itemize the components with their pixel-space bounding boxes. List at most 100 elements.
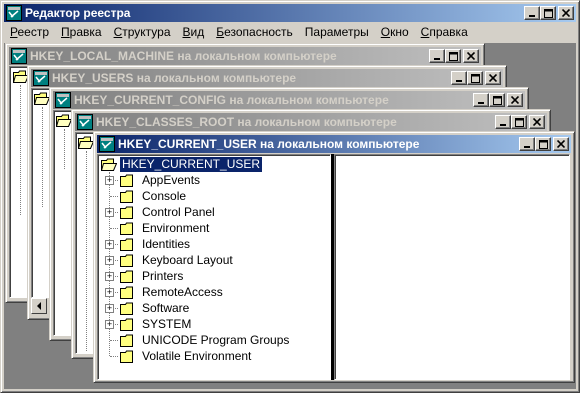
child-title-bar-hkcu[interactable]: HKEY_CURRENT_USER на локальном компьютер… bbox=[97, 135, 571, 153]
folder-icon bbox=[120, 222, 133, 235]
child-window-hkcu[interactable]: HKEY_CURRENT_USER на локальном компьютер… bbox=[93, 131, 575, 383]
expand-plus-icon[interactable]: + bbox=[105, 304, 114, 313]
child-title-hklm: HKEY_LOCAL_MACHINE на локальном компьюте… bbox=[30, 49, 337, 63]
maximize-icon bbox=[543, 8, 553, 18]
tree-root-row[interactable]: HKEY_CURRENT_USER bbox=[116, 155, 264, 173]
menu-item-1[interactable]: Правка bbox=[55, 23, 108, 42]
tree-item[interactable]: UNICODE Program Groups bbox=[136, 332, 291, 348]
close-button[interactable] bbox=[485, 71, 501, 85]
maximize-button[interactable] bbox=[511, 115, 527, 129]
close-button[interactable] bbox=[553, 137, 569, 151]
expand-plus-icon[interactable]: + bbox=[105, 320, 114, 329]
regedit-app-icon[interactable] bbox=[6, 5, 22, 21]
tree-item[interactable]: Control Panel bbox=[136, 204, 217, 220]
expand-plus-icon[interactable]: + bbox=[105, 176, 114, 185]
child-title-bar-hklm[interactable]: HKEY_LOCAL_MACHINE на локальном компьюте… bbox=[9, 47, 481, 65]
menu-item-7[interactable]: Справка bbox=[415, 23, 474, 42]
folder-icon bbox=[120, 190, 133, 203]
maximize-button[interactable] bbox=[467, 71, 483, 85]
menu-item-3[interactable]: Вид bbox=[177, 23, 211, 42]
menu-bar: Реестр Правка Структура Вид Безопасность Пара… bbox=[4, 23, 576, 42]
tree-item-label[interactable]: AppEvents bbox=[140, 173, 202, 188]
child-title-hkcc: HKEY_CURRENT_CONFIG на локальном компьют… bbox=[74, 93, 389, 107]
tree-item-label[interactable]: Console bbox=[140, 189, 188, 204]
tree-item-label[interactable]: Control Panel bbox=[140, 205, 217, 220]
expand-plus-icon[interactable]: + bbox=[105, 240, 114, 249]
regedit-app-icon bbox=[33, 70, 49, 86]
tree-item-label[interactable]: Keyboard Layout bbox=[140, 253, 235, 268]
maximize-button[interactable] bbox=[540, 6, 556, 20]
maximize-button[interactable] bbox=[489, 93, 505, 107]
minimize-button[interactable] bbox=[473, 93, 489, 107]
folder-icon bbox=[120, 318, 133, 331]
key-tree-pane[interactable]: HKEY_CURRENT_USER + AppEvents Console + Cont… bbox=[97, 154, 331, 380]
tree-item[interactable]: Printers bbox=[136, 268, 185, 284]
tree-item[interactable]: SYSTEM bbox=[136, 316, 193, 332]
expand-plus-icon[interactable]: + bbox=[105, 272, 114, 281]
tree-item-label[interactable]: UNICODE Program Groups bbox=[140, 333, 291, 348]
minimize-button[interactable] bbox=[429, 49, 445, 63]
tree-item[interactable]: Identities bbox=[136, 236, 192, 252]
tree-item[interactable]: Volatile Environment bbox=[136, 348, 253, 364]
close-button[interactable] bbox=[558, 6, 574, 20]
value-pane[interactable] bbox=[334, 154, 570, 380]
maximize-icon bbox=[470, 73, 480, 83]
tree-pane-hkcc[interactable] bbox=[53, 110, 73, 336]
tree-item[interactable]: Software bbox=[136, 300, 191, 316]
tree-item[interactable]: Environment bbox=[136, 220, 211, 236]
minimize-icon bbox=[500, 124, 506, 126]
close-icon bbox=[489, 74, 497, 82]
close-icon bbox=[467, 52, 475, 60]
folder-open-icon bbox=[34, 92, 50, 105]
horizontal-scrollbar[interactable] bbox=[31, 298, 51, 314]
maximize-button[interactable] bbox=[445, 49, 461, 63]
expand-plus-icon[interactable]: + bbox=[105, 288, 114, 297]
regedit-app-icon bbox=[77, 114, 93, 130]
tree-item[interactable]: Console bbox=[136, 188, 188, 204]
close-icon bbox=[533, 118, 541, 126]
close-button[interactable] bbox=[463, 49, 479, 63]
folder-open-icon bbox=[56, 114, 72, 127]
close-icon bbox=[511, 96, 519, 104]
menu-item-0[interactable]: Реестр bbox=[4, 23, 55, 42]
minimize-button[interactable] bbox=[524, 6, 540, 20]
menu-item-5[interactable]: Параметры bbox=[299, 23, 375, 42]
minimize-button[interactable] bbox=[451, 71, 467, 85]
tree-item-label[interactable]: RemoteAccess bbox=[140, 285, 225, 300]
child-title-bar-hkcc[interactable]: HKEY_CURRENT_CONFIG на локальном компьют… bbox=[53, 91, 525, 109]
tree-item-label[interactable]: SYSTEM bbox=[140, 317, 193, 332]
menu-item-2[interactable]: Структура bbox=[108, 23, 177, 42]
folder-icon bbox=[120, 206, 133, 219]
minimize-icon bbox=[478, 102, 484, 104]
close-icon bbox=[557, 140, 565, 148]
minimize-button[interactable] bbox=[495, 115, 511, 129]
tree-root-label[interactable]: HKEY_CURRENT_USER bbox=[118, 155, 264, 173]
tree-branch-line bbox=[110, 228, 118, 229]
menu-item-6[interactable]: Окно bbox=[375, 23, 415, 42]
child-title-bar-hku[interactable]: HKEY_USERS на локальном компьютере bbox=[31, 69, 503, 87]
close-button[interactable] bbox=[507, 93, 523, 107]
child-title-hkcr: HKEY_CLASSES_ROOT на локальном компьютер… bbox=[96, 115, 397, 129]
expand-plus-icon[interactable]: + bbox=[105, 208, 114, 217]
maximize-button[interactable] bbox=[535, 137, 551, 151]
expand-plus-icon[interactable]: + bbox=[105, 256, 114, 265]
tree-item-label[interactable]: Volatile Environment bbox=[140, 349, 253, 364]
tree-item[interactable]: AppEvents bbox=[136, 172, 202, 188]
regedit-app-icon bbox=[11, 48, 27, 64]
child-title-bar-hkcr[interactable]: HKEY_CLASSES_ROOT на локальном компьютер… bbox=[75, 113, 547, 131]
tree-pane-hkcr[interactable] bbox=[75, 132, 95, 354]
tree-pane-hku[interactable] bbox=[31, 88, 51, 298]
main-title-bar[interactable]: Редактор реестра bbox=[4, 4, 576, 22]
maximize-icon bbox=[538, 139, 548, 149]
tree-item[interactable]: RemoteAccess bbox=[136, 284, 225, 300]
tree-item-label[interactable]: Printers bbox=[140, 269, 185, 284]
scroll-left-button[interactable] bbox=[31, 298, 47, 314]
minimize-button[interactable] bbox=[519, 137, 535, 151]
tree-item-label[interactable]: Software bbox=[140, 301, 191, 316]
menu-item-4[interactable]: Безопасность bbox=[210, 23, 299, 42]
folder-icon bbox=[120, 174, 133, 187]
tree-item-label[interactable]: Environment bbox=[140, 221, 211, 236]
tree-item-label[interactable]: Identities bbox=[140, 237, 192, 252]
close-button[interactable] bbox=[529, 115, 545, 129]
tree-item[interactable]: Keyboard Layout bbox=[136, 252, 235, 268]
